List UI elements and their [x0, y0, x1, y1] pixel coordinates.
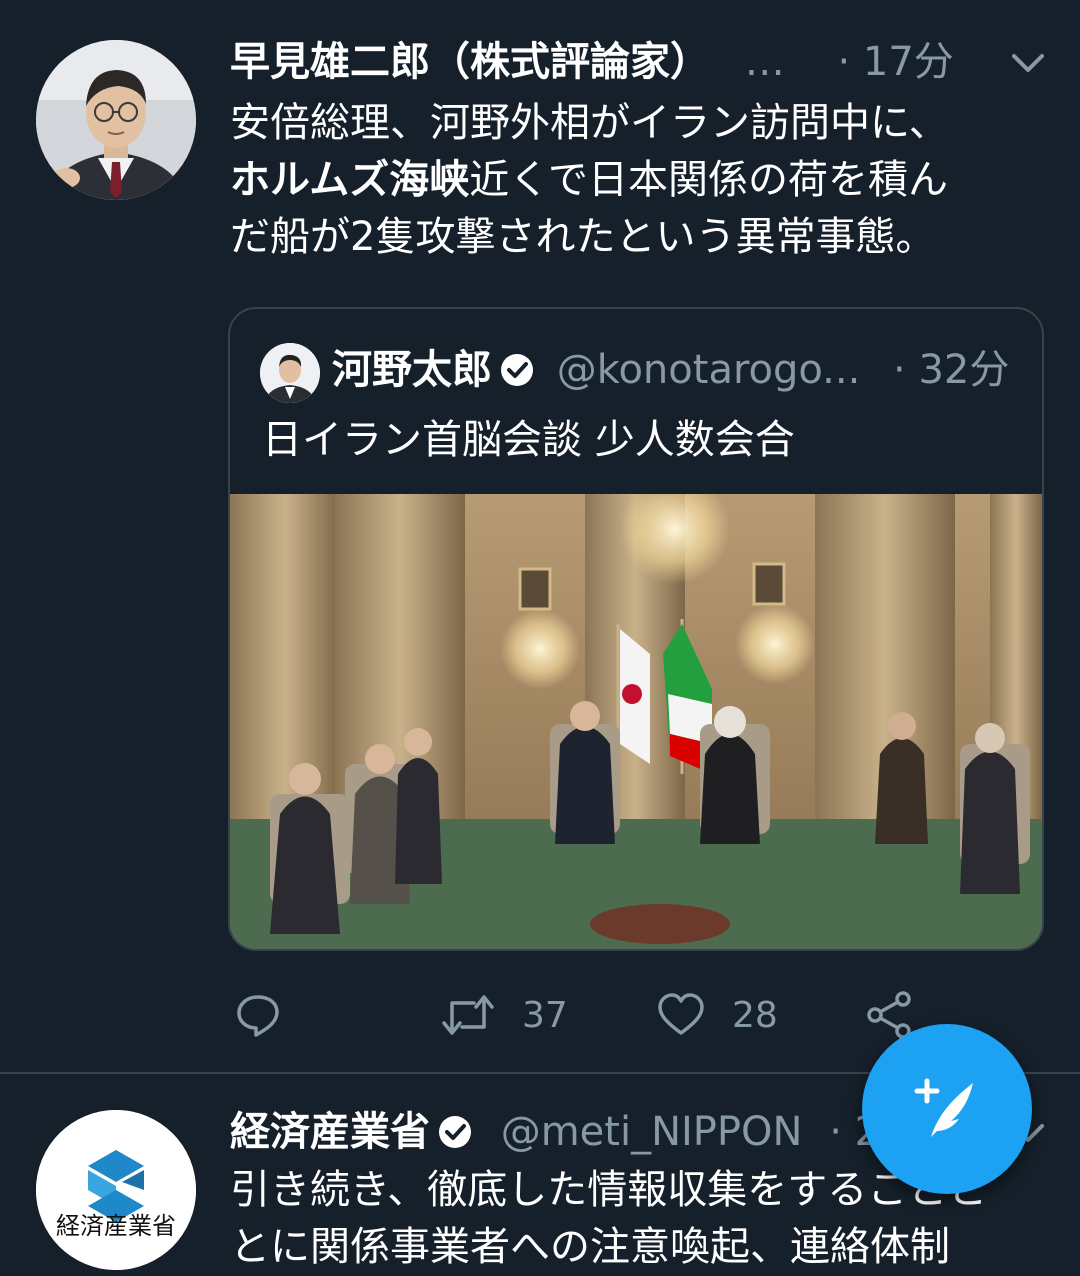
author-name[interactable]: 早見雄二郎（株式評論家） — [230, 39, 710, 85]
tweet-text-line: だ船が2隻攻撃されたという異常事態。 — [230, 214, 936, 260]
quote-time[interactable]: · 32分 — [893, 347, 1009, 393]
reply-icon — [234, 991, 282, 1039]
verified-badge-icon — [438, 1108, 472, 1148]
tweet-header: 早見雄二郎（株式評論家） … · 17分 — [230, 34, 954, 90]
hashtag-text: ホルムズ海峡 — [230, 157, 470, 203]
like-count: 28 — [732, 994, 778, 1036]
quote-text: 日イラン首脳会談 少人数会合 — [262, 417, 795, 463]
verified-badge-icon — [500, 345, 534, 386]
tweet-text-rest: 近くで日本関係の荷を積ん — [469, 157, 949, 203]
tweet-text-line: ホルムズ海峡近くで日本関係の荷を積ん — [230, 152, 1060, 209]
tweet-time[interactable]: · 17分 — [837, 39, 953, 85]
chevron-down-icon[interactable] — [1008, 48, 1048, 82]
author-handle[interactable]: … — [745, 39, 785, 85]
quote-author-name[interactable]: 河野太郎 — [332, 347, 492, 393]
retweet-button[interactable]: 37 — [440, 985, 568, 1045]
tweet-header: 経済産業省 @meti_NIPPON · 2 — [230, 1104, 880, 1160]
retweet-count: 37 — [522, 994, 568, 1036]
compose-button[interactable] — [862, 1024, 1032, 1194]
tweet-text-line: とに関係事業者への注意喚起、連絡体制 — [230, 1224, 950, 1270]
compose-icon — [907, 1069, 987, 1153]
retweet-icon — [440, 991, 496, 1039]
quote-header: 河野太郎 @konotarogo... · 32分 — [332, 341, 1009, 399]
avatar[interactable]: 経済産業省 — [36, 1110, 196, 1270]
tweet-text-line: 安倍総理、河野外相がイラン訪問中に、 — [230, 100, 949, 146]
author-handle[interactable]: @meti_NIPPON — [501, 1109, 803, 1155]
reply-button[interactable] — [234, 985, 308, 1045]
like-icon — [656, 991, 706, 1039]
quote-avatar[interactable] — [260, 343, 320, 403]
quoted-tweet[interactable]: 河野太郎 @konotarogo... · 32分 日イラン首脳会談 少人数会合 — [228, 307, 1044, 951]
avatar-logo-text: 経済産業省 — [56, 1212, 176, 1240]
avatar[interactable] — [36, 40, 196, 200]
quote-handle[interactable]: @konotarogo... — [557, 347, 861, 393]
meeting-photo[interactable] — [230, 474, 1042, 949]
author-name[interactable]: 経済産業省 — [230, 1109, 430, 1155]
tweet-text: 安倍総理、河野外相がイラン訪問中に、 ホルムズ海峡近くで日本関係の荷を積ん だ船… — [230, 95, 1060, 266]
like-button[interactable]: 28 — [656, 985, 778, 1045]
